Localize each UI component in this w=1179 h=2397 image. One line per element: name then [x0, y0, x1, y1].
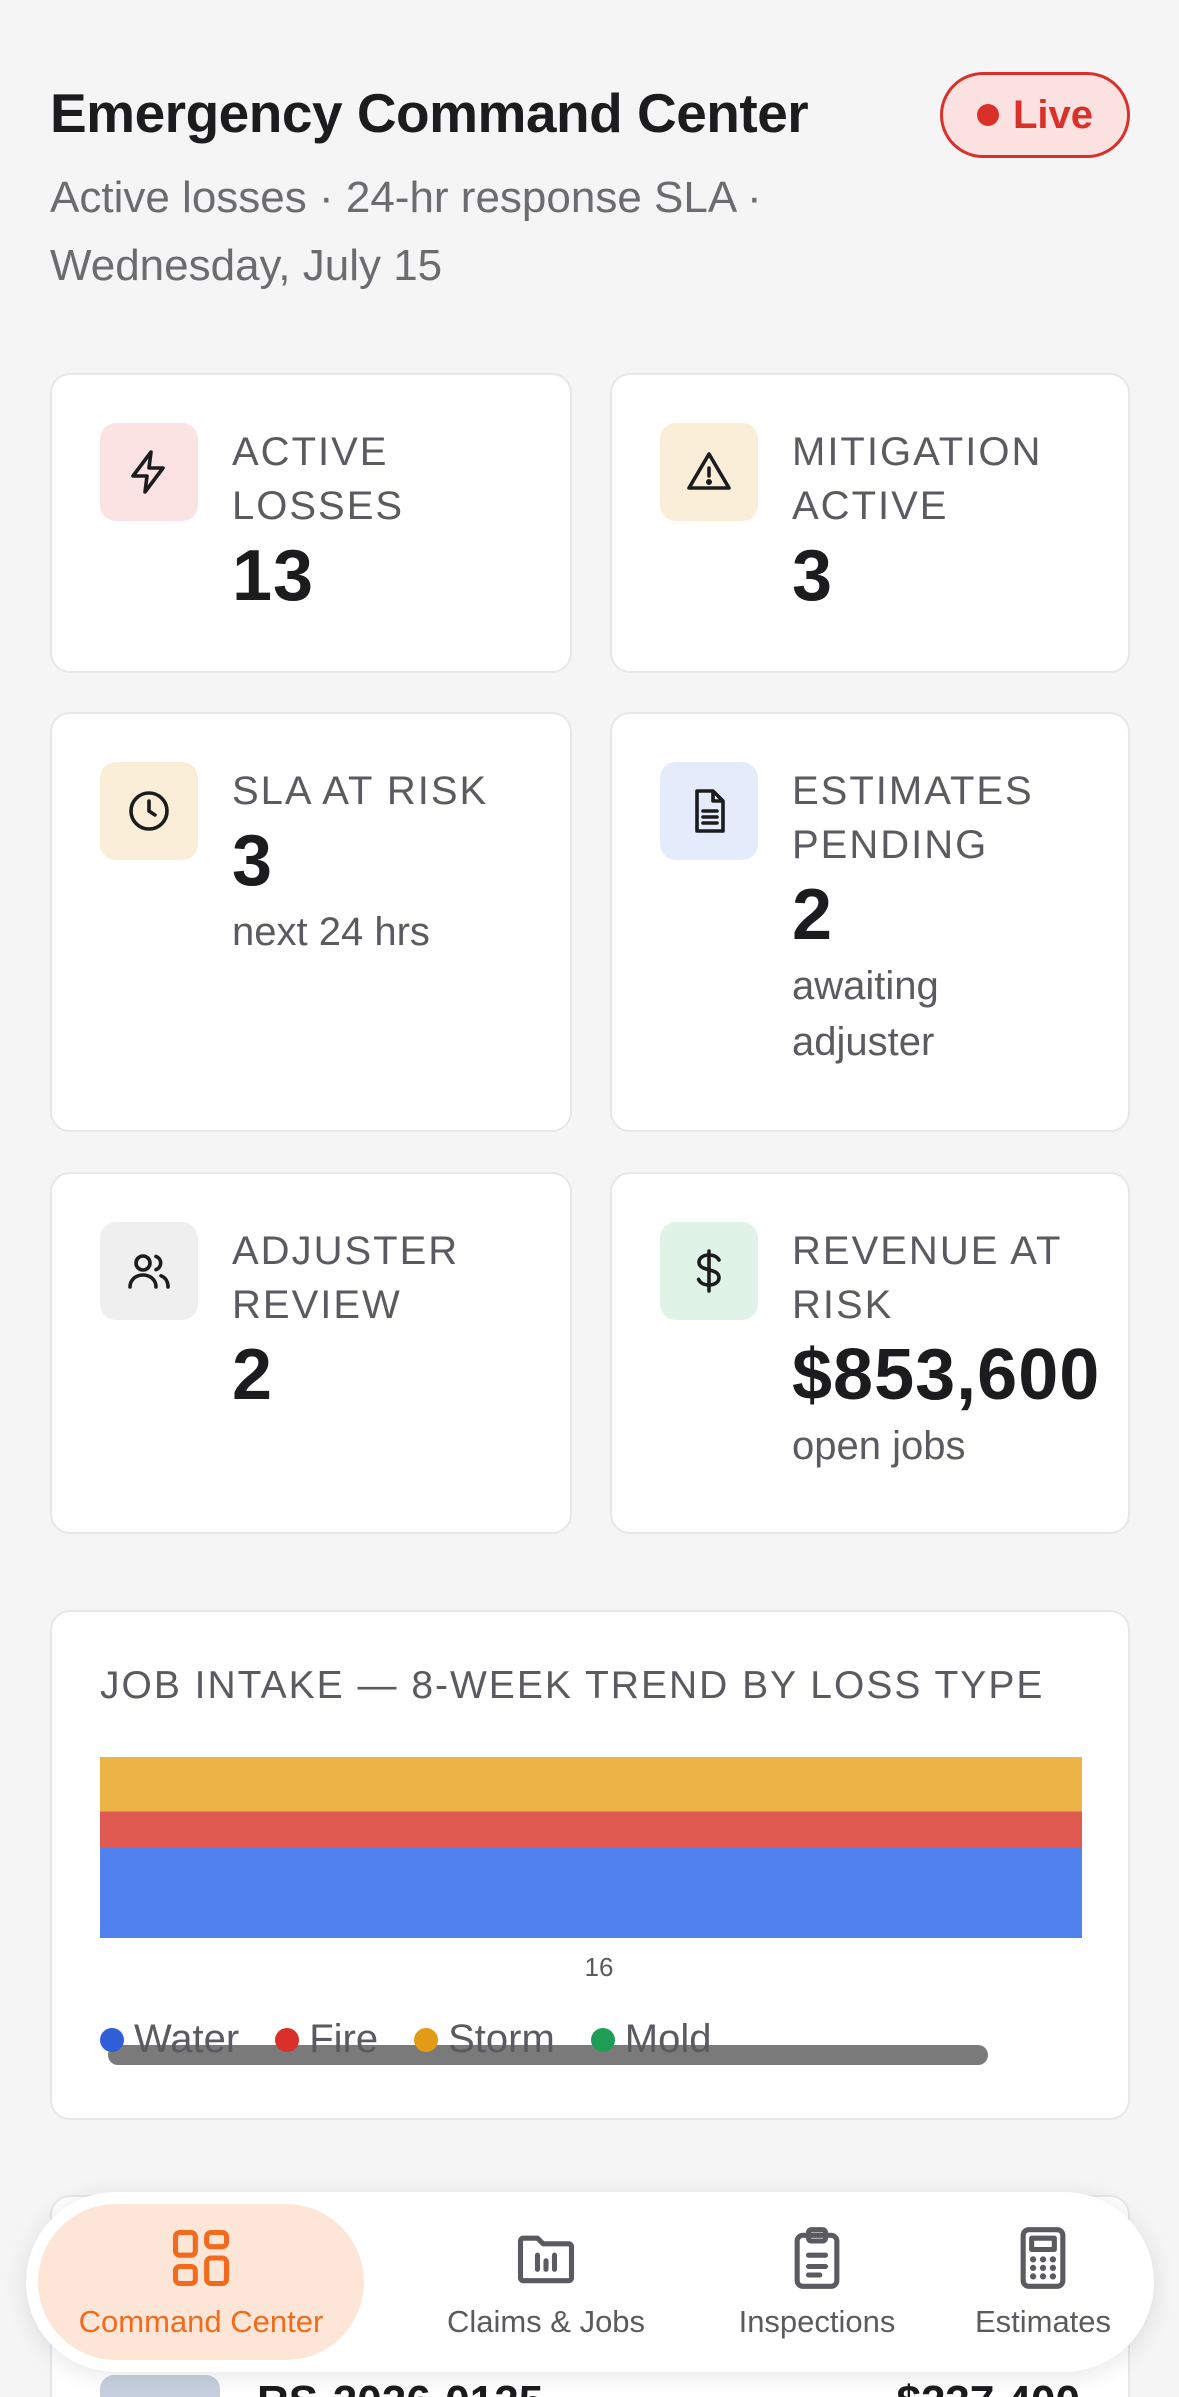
chart-title: JOB INTAKE — 8-WEEK TREND BY LOSS TYPE: [100, 1664, 1045, 1707]
stat-label: ESTIMATES PENDING 2 awaiting adjuster: [792, 764, 1092, 1070]
area-fire: [100, 1811, 1082, 1848]
folder-chart-icon: [517, 2235, 575, 2284]
legend-label: Water: [134, 2017, 240, 2061]
tab-label: Command Center: [78, 2304, 324, 2339]
dollar-icon: [660, 1222, 758, 1320]
users-icon: [100, 1222, 198, 1320]
live-badge[interactable]: Live: [940, 72, 1130, 158]
stat-value: 3: [232, 821, 274, 901]
job-intake-chart: 16: [100, 1757, 1082, 1978]
legend-item-storm: Storm: [414, 2017, 555, 2062]
stat-card-mitigation-active[interactable]: MITIGATION ACTIVE 3: [610, 373, 1130, 673]
legend-label: Mold: [624, 2017, 712, 2061]
calculator-icon: [1020, 2227, 1066, 2289]
stat-note: open jobs: [792, 1424, 966, 1468]
stat-value: 13: [232, 536, 315, 616]
job-intake-chart-card: JOB INTAKE — 8-WEEK TREND BY LOSS TYPE 1…: [50, 1610, 1130, 2120]
clock-icon: [100, 762, 198, 860]
stat-label: MITIGATION ACTIVE 3: [792, 425, 1092, 619]
stat-value: 2: [232, 1335, 274, 1415]
stat-card-sla-at-risk[interactable]: SLA AT RISK 3 next 24 hrs: [50, 712, 572, 1132]
legend-label: Storm: [448, 2017, 555, 2061]
warning-triangle-icon: [660, 423, 758, 521]
lightning-icon: [100, 423, 198, 521]
legend-label: Fire: [309, 2017, 379, 2061]
stat-card-estimates-pending[interactable]: ESTIMATES PENDING 2 awaiting adjuster: [610, 712, 1130, 1132]
stat-note: next 24 hrs: [232, 910, 430, 954]
stat-card-revenue-at-risk[interactable]: REVENUE AT RISK $853,600 open jobs: [610, 1172, 1130, 1534]
stat-value: 2: [792, 875, 834, 955]
dashboard-grid-icon: [172, 2229, 230, 2287]
tab-command-center[interactable]: Command Center: [38, 2204, 364, 2360]
tab-inspections[interactable]: Inspections: [686, 2204, 948, 2360]
tab-label: Estimates: [974, 2304, 1112, 2339]
stat-card-active-losses[interactable]: ACTIVE LOSSES 13: [50, 373, 572, 673]
tab-label: Claims & Jobs: [446, 2304, 646, 2339]
legend-dot-icon: [100, 2027, 124, 2052]
tab-estimates[interactable]: Estimates: [938, 2204, 1148, 2360]
page-header: Emergency Command Center Active losses ·…: [50, 72, 1130, 290]
stat-label: ACTIVE LOSSES 13: [232, 425, 592, 619]
job-amount: $237,400: [896, 2377, 1080, 2397]
live-label: Live: [1012, 92, 1094, 137]
stat-card-adjuster-review[interactable]: ADJUSTER REVIEW 2: [50, 1172, 572, 1534]
clipboard-icon: [794, 2227, 840, 2289]
stat-value: $853,600: [792, 1335, 1101, 1415]
stat-value: 3: [792, 536, 834, 616]
document-icon: [660, 762, 758, 860]
legend-item-fire: Fire: [275, 2017, 378, 2062]
area-storm: [100, 1757, 1082, 1812]
legend-dot-icon: [275, 2027, 300, 2052]
tab-label: Inspections: [738, 2304, 896, 2339]
x-tick-label: 16: [585, 1952, 614, 1978]
bottom-tab-bar: Command Center Claims & Jobs Inspections…: [26, 2192, 1154, 2372]
area-water: [100, 1847, 1082, 1938]
stat-label: SLA AT RISK 3 next 24 hrs: [232, 764, 592, 960]
live-dot-icon: [976, 104, 999, 126]
stat-label: ADJUSTER REVIEW 2: [232, 1224, 532, 1418]
page-subtitle: Active losses · 24-hr response SLA · Wed…: [50, 173, 762, 290]
legend-item-water: Water: [100, 2017, 239, 2062]
legend-item-mold: Mold: [590, 2017, 712, 2062]
legend-dot-icon: [414, 2027, 439, 2052]
legend-dot-icon: [590, 2027, 615, 2052]
chart-legend: Water Fire Storm Mold: [100, 2017, 711, 2062]
job-thumbnail: [100, 2375, 220, 2397]
tab-claims-jobs[interactable]: Claims & Jobs: [396, 2204, 696, 2360]
job-id[interactable]: RS-2026-0125: [257, 2377, 543, 2397]
stat-note: awaiting adjuster: [792, 964, 939, 1064]
stat-label: REVENUE AT RISK $853,600 open jobs: [792, 1224, 1132, 1474]
